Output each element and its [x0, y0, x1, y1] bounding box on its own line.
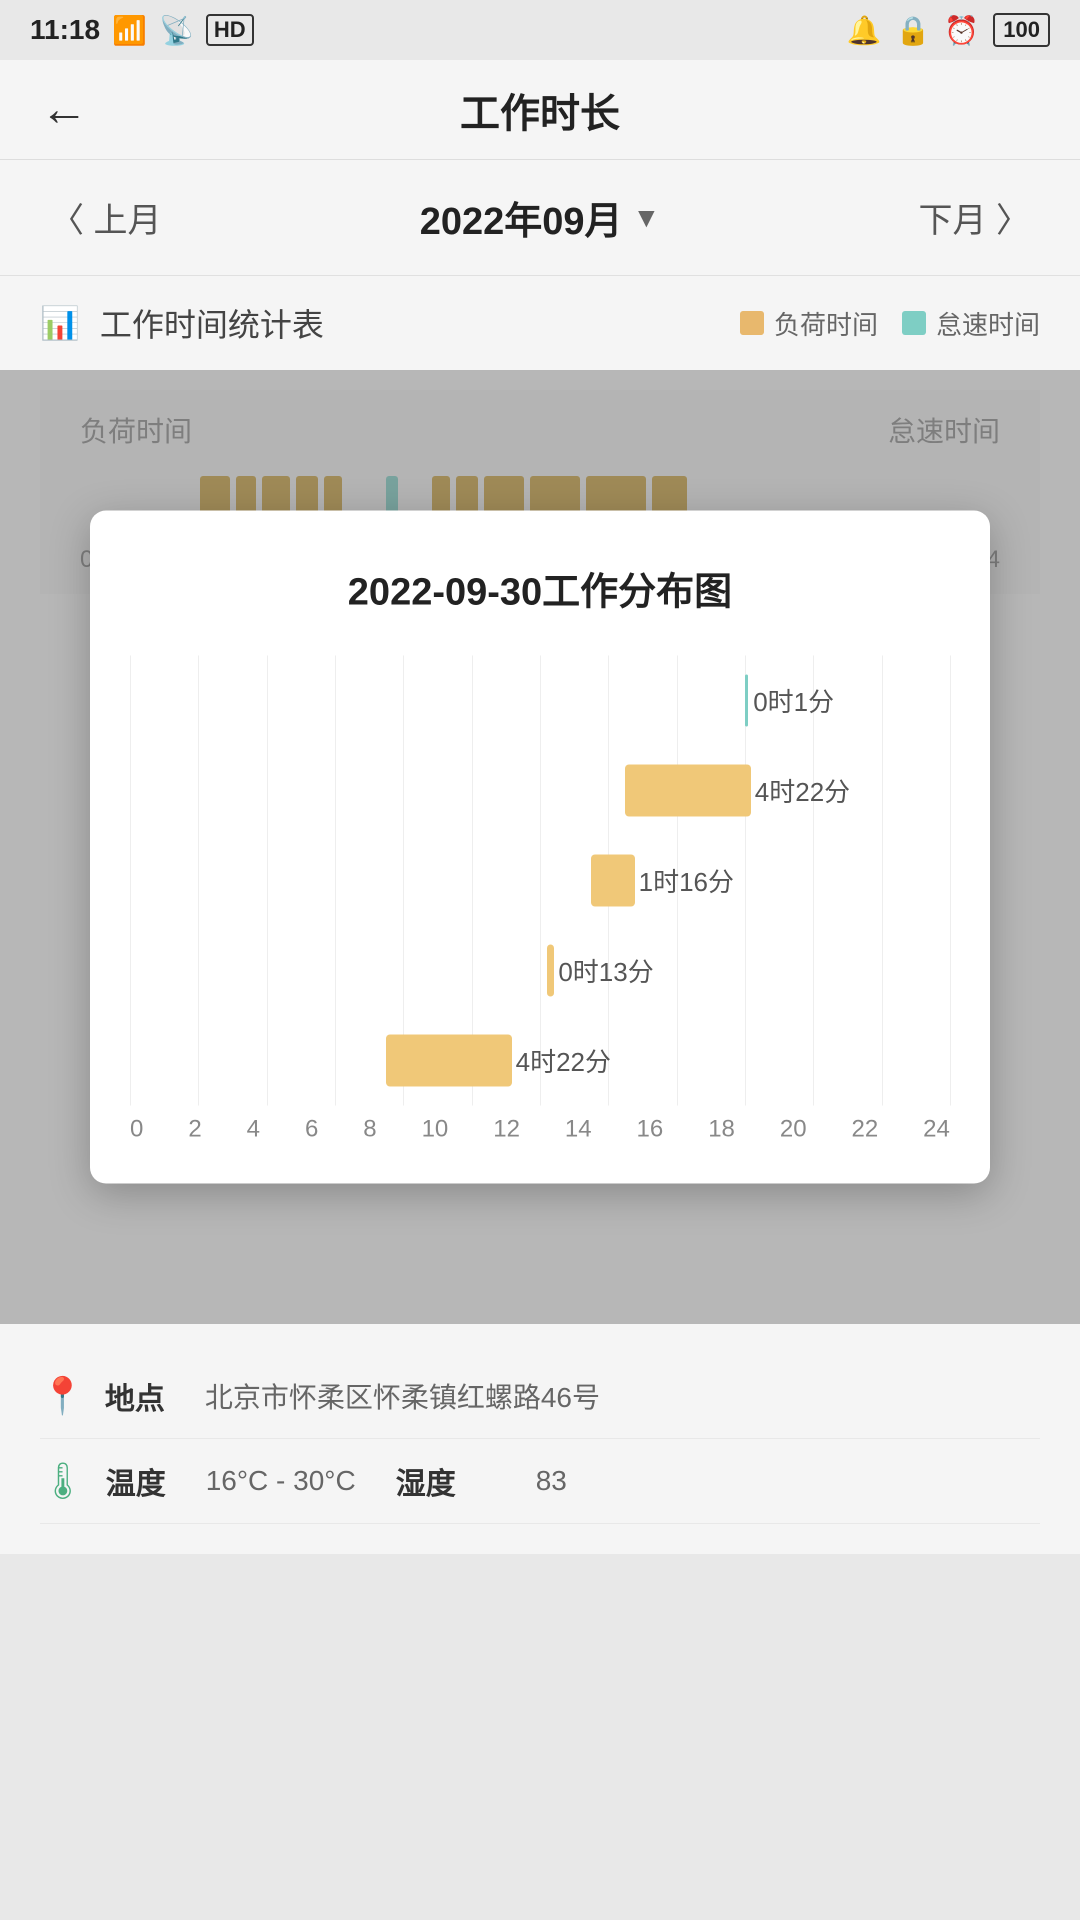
x-label: 6: [305, 1116, 318, 1144]
hd-badge: HD: [206, 14, 254, 46]
x-label: 18: [708, 1116, 735, 1144]
lock-icon: 🔒: [896, 14, 931, 47]
section-header: 📊 工作时间统计表 负荷时间 怠速时间: [0, 276, 1080, 370]
chart-wrapper: 负荷时间 怠速时间 0 2 4 6: [0, 370, 1080, 1324]
next-month-button[interactable]: 下月 〉: [919, 193, 1030, 242]
time-display: 11:18: [30, 14, 100, 46]
legend-idle-label: 怠速时间: [936, 305, 1040, 342]
bar-label-1: 4时22分: [755, 772, 850, 809]
modal-card: 2022-09-30工作分布图 0时1分 4时22分 1时16分 0时13分 4时22分…: [90, 511, 990, 1184]
x-label: 22: [852, 1116, 879, 1144]
chart-icon: 📊: [40, 304, 80, 342]
bar-fill-1: [625, 765, 750, 817]
legend-idle: 怠速时间: [902, 305, 1040, 342]
location-row: 📍 地点 北京市怀柔区怀柔镇红螺路46号: [40, 1354, 1040, 1439]
legend-dot-idle: [902, 311, 926, 335]
humidity-label: 湿度: [396, 1459, 456, 1503]
legend-load-label: 负荷时间: [774, 305, 878, 342]
x-label: 12: [493, 1116, 520, 1144]
back-button[interactable]: ←: [40, 82, 88, 137]
battery-icon: 100: [993, 13, 1050, 47]
modal-title: 2022-09-30工作分布图: [130, 561, 950, 616]
bar-row-4: 4时22分: [130, 1016, 950, 1106]
x-label: 4: [247, 1116, 260, 1144]
x-axis: 024681012141618202224: [130, 1116, 950, 1144]
x-label: 16: [637, 1116, 664, 1144]
humidity-value: 83: [536, 1465, 567, 1497]
bar-label-4: 4时22分: [516, 1042, 611, 1079]
bar-row-1: 4时22分: [130, 746, 950, 836]
x-label: 10: [422, 1116, 449, 1144]
bar-row-0: 0时1分: [130, 656, 950, 746]
signal-icon: 📶: [112, 14, 147, 47]
temp-value: 16°C - 30°C: [206, 1465, 356, 1497]
status-left: 11:18 📶 📡 HD: [30, 14, 254, 47]
legend-load: 负荷时间: [740, 305, 878, 342]
bar-row-3: 0时13分: [130, 926, 950, 1016]
month-dropdown-arrow: ▼: [633, 202, 661, 234]
legend: 负荷时间 怠速时间: [740, 305, 1040, 342]
bar-fill-4: [386, 1035, 511, 1087]
status-right: 🔔 🔒 ⏰ 100: [847, 13, 1050, 47]
bar-chart: 0时1分4时22分1时16分0时13分4时22分 024681012141618…: [130, 656, 950, 1144]
x-label: 14: [565, 1116, 592, 1144]
info-section: 📍 地点 北京市怀柔区怀柔镇红螺路46号 🌡 温度 16°C - 30°C 湿度…: [0, 1324, 1080, 1554]
x-label: 24: [923, 1116, 950, 1144]
bar-label-3: 0时13分: [558, 952, 653, 989]
temp-icon: 🌡: [40, 1460, 86, 1502]
x-label: 2: [188, 1116, 201, 1144]
location-label: 地点: [105, 1374, 185, 1418]
x-label: 8: [363, 1116, 376, 1144]
bar-fill-3: [547, 945, 554, 997]
bar-fill-2: [591, 855, 634, 907]
month-nav: 〈 上月 2022年09月 ▼ 下月 〉: [0, 160, 1080, 276]
location-value: 北京市怀柔区怀柔镇红螺路46号: [205, 1376, 600, 1416]
legend-dot-load: [740, 311, 764, 335]
page-header: ← 工作时长: [0, 60, 1080, 160]
page-title: 工作时长: [460, 81, 620, 139]
alarm-icon: ⏰: [944, 14, 979, 47]
month-title-container[interactable]: 2022年09月 ▼: [420, 190, 661, 245]
current-month: 2022年09月: [420, 190, 623, 245]
temp-row: 🌡 温度 16°C - 30°C 湿度 83: [40, 1439, 1040, 1524]
bar-row-2: 1时16分: [130, 836, 950, 926]
status-bar: 11:18 📶 📡 HD 🔔 🔒 ⏰ 100: [0, 0, 1080, 60]
x-label: 20: [780, 1116, 807, 1144]
bar-label-0: 0时1分: [753, 682, 834, 719]
x-axis-labels: 024681012141618202224: [130, 1116, 950, 1144]
vibrate-icon: 🔔: [847, 14, 882, 47]
prev-month-button[interactable]: 〈 上月: [50, 193, 161, 242]
location-icon: 📍: [40, 1375, 85, 1417]
bar-label-2: 1时16分: [639, 862, 734, 899]
bar-fill-0: [745, 675, 748, 727]
wifi-icon: 📡: [159, 14, 194, 47]
section-title: 工作时间统计表: [100, 300, 324, 346]
temp-label: 温度: [106, 1459, 186, 1503]
x-label: 0: [130, 1116, 143, 1144]
